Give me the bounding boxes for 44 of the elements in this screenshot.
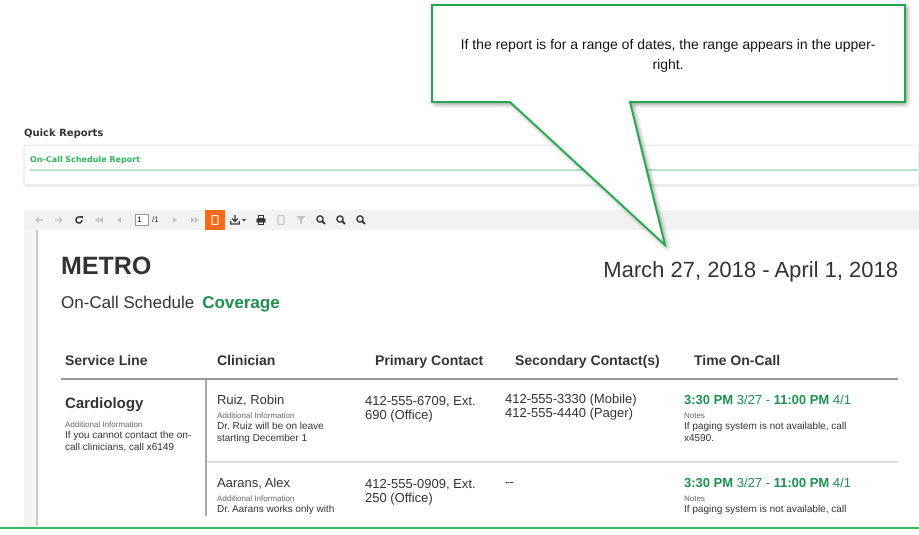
clinician-name: Ruiz, Robin — [217, 392, 286, 407]
page-title: Quick Reports — [24, 127, 104, 141]
back-arrow-icon — [34, 215, 44, 225]
report-title: METRO — [61, 251, 152, 282]
primary-contact: 412-555-6709, Ext. 690 (Office) — [365, 394, 477, 422]
document-icon — [276, 215, 286, 225]
last-page-icon — [190, 215, 200, 225]
column-header: Clinician — [216, 351, 276, 370]
column-header: Service Line — [64, 351, 148, 370]
forward-arrow-icon — [54, 215, 64, 225]
subtitle-emphasis: Coverage — [202, 292, 280, 314]
notes-text: If paging system is not available, call x4590. — [684, 421, 848, 445]
date-range: March 27, 2018 - April 1, 2018 — [603, 256, 898, 284]
notes-label: Notes — [684, 494, 706, 504]
info-label: Additional Information — [65, 420, 144, 430]
document-icon — [210, 215, 220, 225]
refresh-icon — [74, 215, 84, 225]
report-subtitle: On-Call Schedule — [61, 292, 194, 314]
info-text: Dr. Ruiz will be on leave starting December 1 — [217, 421, 325, 445]
clinician-name: Aarans, Alex — [217, 475, 291, 490]
secondary-contact: 412-555-3330 (Mobile) — [505, 392, 638, 406]
column-header: Secondary Contact(s) — [515, 351, 661, 370]
column-header: Primary Contact — [375, 351, 484, 370]
filter-icon — [296, 215, 306, 225]
on-call-time: 3:30 PM 3/27 - 11:00 PM 4/1 — [684, 392, 852, 407]
printer-icon — [256, 215, 266, 225]
on-call-time: 3:30 PM 3/27 - 11:00 PM 4/1 — [684, 475, 852, 490]
info-label: Additional Information — [217, 494, 296, 504]
notes-text: If paging system is not available, call — [684, 504, 848, 516]
callout-text: If the report is for a range of dates, the range appears in the upper-right. — [460, 35, 876, 74]
info-text: Dr. Aarans works only with — [217, 504, 336, 516]
download-icon — [230, 215, 246, 225]
page-number-field[interactable]: 1 — [135, 214, 149, 226]
zoom-icon — [356, 215, 366, 225]
secondary-contact: 412-555-4440 (Pager) — [505, 406, 633, 420]
service-line-name: Cardiology — [65, 394, 144, 414]
info-text: If you cannot contact the on-call clinicians, call x6149 — [65, 430, 192, 454]
secondary-contact: -- — [505, 475, 515, 489]
column-header: Time On-Call — [694, 351, 782, 370]
first-page-icon — [94, 215, 104, 225]
page-total: /1 — [152, 214, 159, 226]
info-label: Additional Information — [217, 411, 296, 421]
notes-label: Notes — [684, 411, 706, 421]
primary-contact: 412-555-0909, Ext. 250 (Office) — [365, 477, 477, 505]
